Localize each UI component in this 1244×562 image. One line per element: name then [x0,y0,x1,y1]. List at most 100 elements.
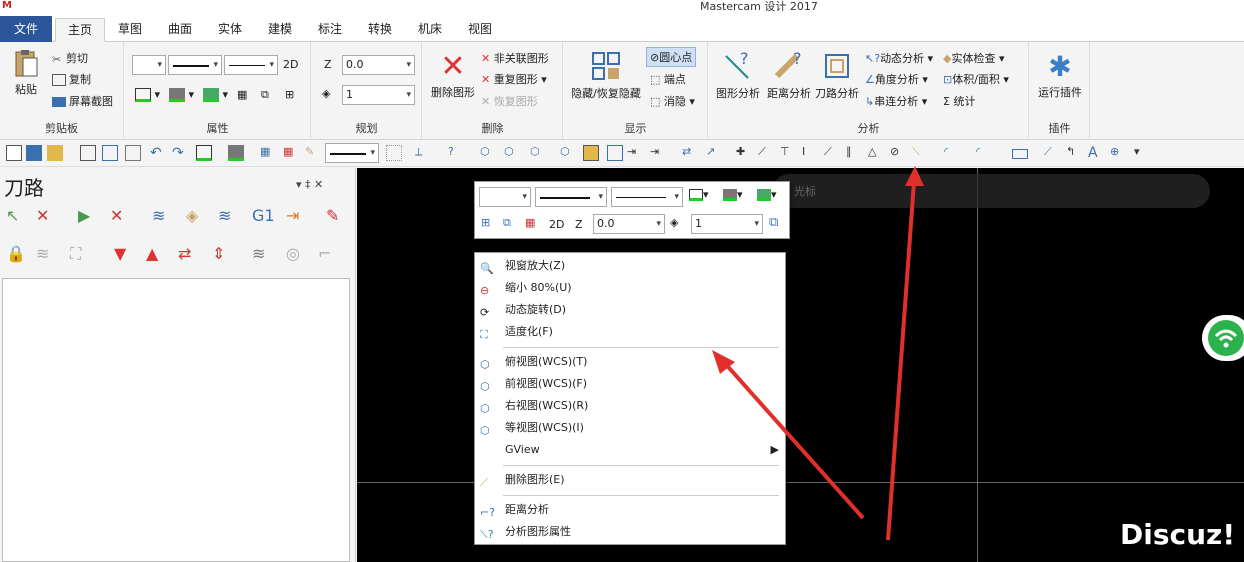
menu-item-iso-view[interactable]: ⬡ 等视图(WCS)(I) [475,417,785,439]
new-file-icon[interactable] [6,145,22,161]
screenshot-button[interactable]: 屏幕截图 [52,93,113,109]
top-view-qat-icon[interactable]: ⬡ [480,145,496,161]
analyze-qat-icon[interactable]: ? [448,145,464,161]
panel-controls[interactable]: ▾ ‡ ✕ [296,178,323,191]
duplicate-entities-button[interactable]: ✕ 重复图形 ▾ [481,71,547,87]
mini-attr-icon-3[interactable]: ▦ [525,216,535,229]
attribute-icon-1[interactable]: ▦ [237,88,247,101]
menu-item-dynamic-rotate[interactable]: ⟳ 动态旋转(D) [475,299,785,321]
mode-2d-label[interactable]: 2D [283,58,298,71]
mini-linewidth-dropdown[interactable] [611,187,683,207]
qat-more-icon[interactable]: ▾ [1134,145,1150,161]
toggle-post-icon[interactable]: ⛶ [70,244,92,266]
center-point-toggle[interactable]: ⊘圆心点 [646,47,697,67]
undo-icon[interactable]: ↶ [150,145,166,161]
regenerate-dirty-icon[interactable]: ✕ [110,206,132,228]
mini-surface-color[interactable]: ▾ [757,188,777,201]
move-up-icon[interactable]: ▲ [146,244,168,266]
iso-view-qat-icon[interactable]: ⬡ [560,145,576,161]
slope-line-qat-icon[interactable]: ⟋ [824,145,840,161]
level-dropdown[interactable]: 1 [342,85,415,105]
single-display-2-icon[interactable]: ◎ [286,244,308,266]
analyze-entity-button[interactable]: ? 图形分析 [713,49,763,101]
endpoint-toggle[interactable]: ⬚ 端点 [650,71,686,87]
shading-qat-icon[interactable] [583,145,599,161]
attribute-icon-2[interactable]: ⧉ [261,88,269,102]
tee-qat-icon[interactable]: ⊤ [780,145,796,161]
right-view-qat-icon[interactable]: ⬡ [530,145,546,161]
point-qat-icon[interactable]: ✚ [736,145,752,161]
arc2-qat-icon[interactable]: ◜ [976,145,992,161]
mini-point-color[interactable]: ▾ [689,188,709,201]
distance-analysis-button[interactable]: ? 距离分析 [765,49,813,101]
tab-file[interactable]: 文件 [0,16,52,42]
tab-view[interactable]: 视图 [458,18,502,42]
mini-solid-color[interactable]: ▾ [723,188,743,201]
restore-entities-button[interactable]: ✕ 恢复图形 [481,93,538,109]
menu-item-right-view[interactable]: ⬡ 右视图(WCS)(R) [475,395,785,417]
menu-item-fit[interactable]: ⛶ 适度化(F) [475,321,785,343]
trim-qat-icon[interactable]: ⇥ [627,145,643,161]
pencil-qat-icon[interactable]: ✎ [305,145,321,161]
mini-attr-icon-2[interactable]: ⧉ [503,216,511,230]
arc-qat-icon[interactable]: ◜ [944,145,960,161]
front-view-qat-icon[interactable]: ⬡ [504,145,520,161]
scroll-to-insert-icon[interactable]: ⇕ [212,244,234,266]
mini-popout-icon[interactable]: ⧉ [769,215,778,230]
insert-arrow-icon[interactable]: ⇄ [178,244,200,266]
spline-qat-icon[interactable]: ⟋ [1044,145,1060,161]
mini-mode-2d[interactable]: 2D [549,218,564,231]
rectangle-qat-icon[interactable] [1012,149,1028,159]
tab-transform[interactable]: 转换 [358,18,402,42]
blank-button[interactable]: ⬚ 消隐 ▾ [650,93,695,109]
menu-item-zoom-out[interactable]: ⊖ 缩小 80%(U) [475,277,785,299]
surface-color-button[interactable]: ▾ [203,88,228,102]
tab-sketch[interactable]: 草图 [108,18,152,42]
hide-restore-button[interactable]: 隐藏/恢复隐藏 [568,50,644,101]
menu-item-zoom-window[interactable]: 🔍 视窗放大(Z) [475,255,785,277]
angle-analysis-button[interactable]: ∠角度分析 ▾ [865,71,928,87]
no-icon[interactable]: ⊘ [890,145,906,161]
tab-solid[interactable]: 实体 [208,18,252,42]
solid-color-button[interactable]: ▾ [169,88,194,102]
backplot-icon[interactable]: ≋ [152,206,174,228]
point-color-qat-icon[interactable] [196,145,212,161]
menu-item-delete-entity[interactable]: ⟋ 删除图形(E) [475,469,785,491]
distance-qat-icon[interactable]: ⟍ [912,145,928,161]
paste-button[interactable]: 粘贴 [6,48,46,97]
mini-color-dropdown[interactable] [479,187,531,207]
tab-home[interactable]: 主页 [55,18,105,42]
delete-entity-button[interactable]: ✕ 删除图形 [427,50,479,100]
toolpath-analysis-button[interactable]: 刀路分析 [813,50,861,101]
wifi-badge[interactable] [1202,315,1244,361]
z-depth-dropdown[interactable]: 0.0 [342,55,415,75]
menu-item-front-view[interactable]: ⬡ 前视图(WCS)(F) [475,373,785,395]
open-folder-icon[interactable] [47,145,63,161]
attribute-icon-3[interactable]: ⊞ [285,88,294,101]
delete-all-icon[interactable]: ✎ [326,206,348,228]
redo-icon[interactable]: ↷ [172,145,188,161]
print-icon[interactable] [80,145,96,161]
text-qat-icon[interactable]: A [1088,145,1104,161]
single-display-icon[interactable]: ≋ [252,244,274,266]
extend-qat-icon[interactable]: ⇥ [650,145,666,161]
lock-icon[interactable]: 🔒 [6,244,28,266]
tab-dimension[interactable]: 标注 [308,18,352,42]
menu-item-analyze-entity[interactable]: ⟍? 分析图形属性 [475,521,785,543]
menu-item-top-view[interactable]: ⬡ 俯视图(WCS)(T) [475,351,785,373]
mini-level-dropdown[interactable]: 1 [691,214,763,234]
save-icon[interactable] [26,145,42,161]
plane-qat-icon[interactable]: ⟂ [415,145,431,161]
fillet-qat-icon[interactable]: ↰ [1066,145,1082,161]
verify-icon[interactable]: ◈ [186,206,208,228]
dynamic-analysis-button[interactable]: ↖?动态分析 ▾ [865,50,933,66]
mini-attr-icon-1[interactable]: ⊞ [481,216,490,229]
copy-button[interactable]: 复制 [52,71,91,87]
selection-qat-icon[interactable] [386,145,402,161]
rotate-qat-icon[interactable]: ↗ [706,145,722,161]
vertical-line-qat-icon[interactable]: Ⅰ [802,145,818,161]
move-qat-icon[interactable]: ⇄ [682,145,698,161]
solid-color-qat-icon[interactable] [228,145,244,161]
grid-qat-icon[interactable]: ▦ [283,145,299,161]
tab-modeling[interactable]: 建模 [258,18,302,42]
